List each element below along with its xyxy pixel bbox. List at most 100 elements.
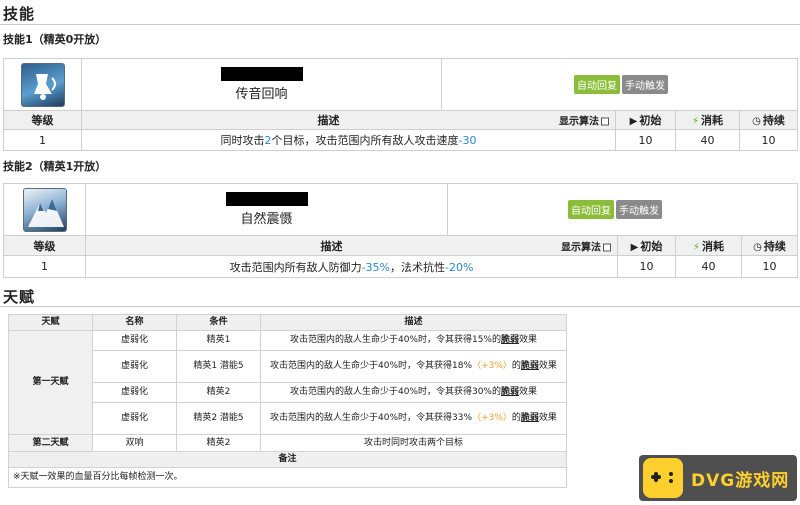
- talent-description: 攻击时同时攻击两个目标: [260, 434, 567, 452]
- fragile-link[interactable]: 脆弱: [521, 361, 539, 371]
- fragile-link[interactable]: 脆弱: [501, 335, 519, 345]
- skill2-initial: 10: [617, 255, 676, 278]
- desc-text: 效果: [538, 413, 557, 423]
- fragile-link[interactable]: 脆弱: [501, 387, 519, 397]
- talent-group-first: 第一天赋: [8, 330, 93, 435]
- skill1-description: 同时攻击2个目标，攻击范围内所有敌人攻击速度-30: [81, 129, 616, 151]
- auto-recovery-tag: 自动回复: [568, 200, 614, 219]
- desc-text: 攻击范围内的敌人生命少于40%时，令其获得30%的: [289, 387, 501, 397]
- skill2-description: 攻击范围内所有敌人防御力-35%，法术抗性-20%: [85, 255, 618, 278]
- clock-icon: ◷: [753, 241, 762, 253]
- desc-text: 攻击范围内的敌人生命少于40%时，令其获得18%: [270, 361, 473, 371]
- talent-description: 攻击范围内的敌人生命少于40%时，令其获得33%（+3%）的脆弱效果: [260, 402, 567, 435]
- col-initial: ▶ 初始: [615, 110, 676, 130]
- show-algorithm-toggle[interactable]: 显示算法: [561, 238, 611, 253]
- col-level: 等级: [3, 235, 86, 256]
- talent-group-second: 第二天赋: [8, 434, 93, 452]
- potential-bonus: （+3%）: [472, 361, 512, 371]
- desc-text: 同时攻击: [220, 134, 265, 147]
- col-talent: 天赋: [8, 314, 93, 331]
- col-duration: ◷ 持续: [741, 235, 798, 256]
- skill1-table: 传音回响 自动回复 手动触发 等级 描述 显示算法 ▶ 初始 ⚡ 消耗 ◷ 持续 1 同…: [3, 58, 798, 151]
- talent-description: 攻击范围内的敌人生命少于40%时，令其获得18%（+3%）的脆弱效果: [260, 350, 567, 383]
- site-watermark: DVG游戏网: [639, 455, 797, 501]
- col-duration-label: 持续: [763, 239, 786, 253]
- lightning-icon: ⚡: [691, 116, 700, 127]
- col-cost: ⚡ 消耗: [675, 110, 740, 130]
- talent-condition: 精英2: [176, 434, 261, 452]
- desc-text: 的: [511, 361, 521, 371]
- col-desc-cell: 描述 显示算法: [81, 110, 616, 130]
- note-header: 备注: [8, 451, 567, 468]
- talent-name: 虚弱化: [92, 350, 177, 383]
- desc-text: 效果: [519, 335, 538, 345]
- skill1-duration: 10: [739, 129, 798, 151]
- skill1-name-cell: 传音回响: [81, 58, 442, 111]
- manual-trigger-tag: 手动触发: [622, 75, 668, 94]
- fragile-link[interactable]: 脆弱: [521, 413, 539, 423]
- skills-section-title: 技能: [3, 5, 36, 23]
- skill2-table: 自然震慑 自动回复 手动触发 等级 描述 显示算法 ▶ 初始 ⚡ 消耗 ◷ 持续 1 攻…: [3, 183, 798, 278]
- show-algorithm-label: 显示算法: [559, 116, 599, 128]
- redacted-bar: [220, 67, 303, 81]
- talent-condition: 精英1 潜能5: [176, 350, 261, 383]
- col-cost: ⚡ 消耗: [675, 235, 742, 256]
- talent-description: 攻击范围内的敌人生命少于40%时，令其获得15%的脆弱效果: [260, 330, 567, 351]
- checkbox-icon[interactable]: [603, 243, 611, 251]
- talent-section-divider: [0, 306, 800, 307]
- talent-table: 天赋 名称 条件 描述 第一天赋 虚弱化 精英1 攻击范围内的敌人生命少于40%…: [8, 314, 567, 488]
- skill1-tags-cell: 自动回复 手动触发: [441, 58, 798, 111]
- col-initial-label: 初始: [639, 114, 662, 127]
- lightning-icon: ⚡: [692, 241, 701, 253]
- skills-section-divider: [0, 24, 800, 25]
- col-cost-label: 消耗: [701, 114, 724, 127]
- desc-text: ，法术抗性: [390, 260, 445, 274]
- skill1-header: 技能1（精英0开放）: [3, 33, 107, 46]
- redacted-bar: [225, 192, 308, 206]
- mountain-skill-icon: [22, 187, 67, 232]
- potential-bonus: （+3%）: [472, 413, 512, 423]
- col-desc: 描述: [320, 239, 343, 253]
- desc-text: 攻击范围内的敌人生命少于40%时，令其获得15%的: [289, 335, 501, 345]
- gamepad-logo-icon: [643, 458, 683, 498]
- skill2-name: 自然震慑: [240, 212, 293, 227]
- col-duration: ◷ 持续: [739, 110, 798, 130]
- clock-icon: ◷: [752, 116, 761, 127]
- play-icon: ▶: [629, 116, 638, 127]
- skill2-name-cell: 自然震慑: [85, 183, 448, 236]
- col-condition: 条件: [176, 314, 261, 331]
- col-level: 等级: [3, 110, 82, 130]
- col-desc-cell: 描述 显示算法: [85, 235, 618, 256]
- auto-recovery-tag: 自动回复: [574, 75, 620, 94]
- talent-name: 虚弱化: [92, 402, 177, 435]
- show-algorithm-toggle[interactable]: 显示算法: [559, 113, 609, 128]
- desc-text: 攻击范围内所有敌人防御力: [229, 260, 362, 274]
- desc-value: -30: [458, 134, 477, 147]
- desc-text: 攻击范围内的敌人生命少于40%时，令其获得33%: [270, 413, 473, 423]
- talent-description: 攻击范围内的敌人生命少于40%时，令其获得30%的脆弱效果: [260, 382, 567, 403]
- col-cost-label: 消耗: [702, 239, 725, 253]
- talent-name: 虚弱化: [92, 382, 177, 403]
- col-duration-label: 持续: [762, 114, 785, 127]
- skill2-level: 1: [3, 255, 86, 278]
- col-description: 描述: [260, 314, 567, 331]
- desc-text: 效果: [519, 387, 538, 397]
- talent-condition: 精英2 潜能5: [176, 402, 261, 435]
- talent-condition: 精英1: [176, 330, 261, 351]
- skill2-header: 技能2（精英1开放）: [3, 160, 107, 173]
- skill2-icon-cell: [3, 183, 86, 236]
- skill1-level: 1: [3, 129, 82, 151]
- bell-skill-icon: [20, 62, 65, 107]
- show-algorithm-label: 显示算法: [561, 242, 601, 253]
- note-text: ※天赋一效果的血量百分比每帧检测一次。: [8, 467, 567, 488]
- skill1-icon-cell: [3, 58, 82, 111]
- skill1-name: 传音回响: [235, 87, 288, 102]
- skill2-tags-cell: 自动回复 手动触发: [447, 183, 798, 236]
- watermark-text: DVG游戏网: [691, 470, 790, 491]
- checkbox-icon[interactable]: [601, 117, 609, 126]
- desc-value: -20%: [445, 260, 474, 274]
- skill2-cost: 40: [675, 255, 742, 278]
- desc-text: 的: [511, 413, 521, 423]
- talent-section-title: 天赋: [3, 288, 36, 306]
- desc-text: 效果: [538, 361, 557, 371]
